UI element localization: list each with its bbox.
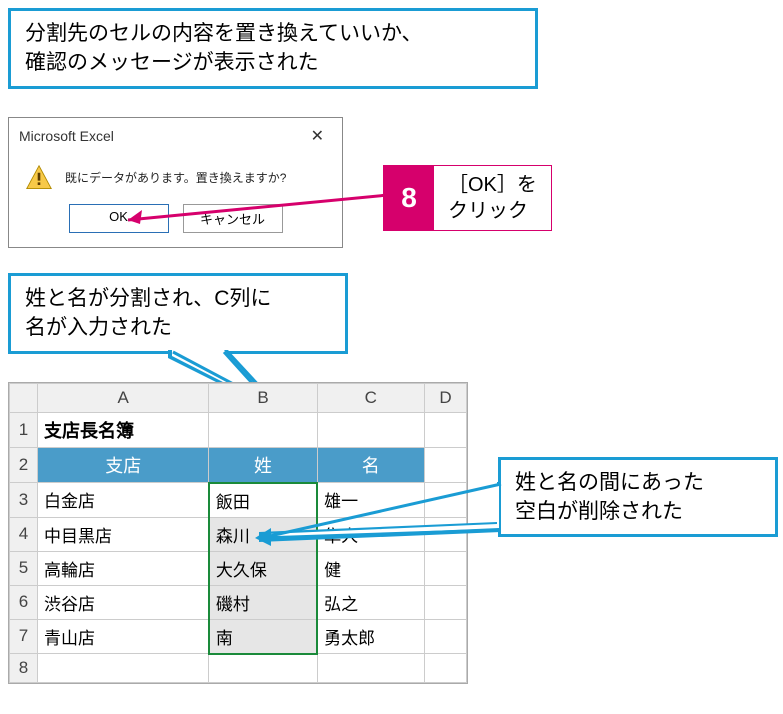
close-icon[interactable]: ✕ bbox=[303, 124, 332, 148]
cell-b4[interactable]: 森川 bbox=[209, 517, 317, 551]
cell-c4[interactable]: 隼人 bbox=[317, 517, 424, 551]
cell-a1[interactable]: 支店長名簿 bbox=[38, 412, 209, 447]
cell-c5[interactable]: 健 bbox=[317, 551, 424, 585]
cell-c2[interactable]: 名 bbox=[317, 447, 424, 483]
callout-mid: 姓と名が分割され、C列に 名が入力された bbox=[8, 273, 348, 354]
col-header-b[interactable]: B bbox=[209, 383, 317, 412]
cell-a8[interactable] bbox=[38, 654, 209, 683]
cell-c6[interactable]: 弘之 bbox=[317, 585, 424, 619]
callout-right: 姓と名の間にあった 空白が削除された bbox=[498, 457, 778, 538]
cell-b6[interactable]: 磯村 bbox=[209, 585, 317, 619]
cell-c7[interactable]: 勇太郎 bbox=[317, 619, 424, 654]
cell-a3[interactable]: 白金店 bbox=[38, 483, 209, 518]
cancel-button[interactable]: キャンセル bbox=[183, 204, 283, 233]
cell-a7[interactable]: 青山店 bbox=[38, 619, 209, 654]
callout-mid-text: 姓と名が分割され、C列に 名が入力された bbox=[25, 287, 271, 339]
cell-b3[interactable]: 飯田 bbox=[209, 483, 317, 518]
dialog-message: 既にデータがあります。置き換えますか? bbox=[65, 169, 286, 186]
cell-c1[interactable] bbox=[317, 412, 424, 447]
row-header-3[interactable]: 3 bbox=[10, 483, 38, 518]
cell-a6[interactable]: 渋谷店 bbox=[38, 585, 209, 619]
step-number: 8 bbox=[384, 166, 434, 230]
dialog-titlebar: Microsoft Excel ✕ bbox=[9, 118, 342, 154]
row-header-5[interactable]: 5 bbox=[10, 551, 38, 585]
spreadsheet[interactable]: A B C D 1 支店長名簿 2 支店 姓 名 3 白金店 飯田 雄一 4 bbox=[8, 382, 468, 685]
step-text: ［OK］を クリック bbox=[434, 166, 551, 230]
row-header-6[interactable]: 6 bbox=[10, 585, 38, 619]
row-header-4[interactable]: 4 bbox=[10, 517, 38, 551]
cell-c3[interactable]: 雄一 bbox=[317, 483, 424, 518]
cell-d3[interactable] bbox=[424, 483, 466, 518]
cell-b7[interactable]: 南 bbox=[209, 619, 317, 654]
callout-right-text: 姓と名の間にあった 空白が削除された bbox=[515, 471, 704, 523]
cell-c8[interactable] bbox=[317, 654, 424, 683]
row-header-2[interactable]: 2 bbox=[10, 447, 38, 483]
cell-d4[interactable] bbox=[424, 517, 466, 551]
cell-b8[interactable] bbox=[209, 654, 317, 683]
select-all-corner[interactable] bbox=[10, 383, 38, 412]
cell-d7[interactable] bbox=[424, 619, 466, 654]
cell-a5[interactable]: 高輪店 bbox=[38, 551, 209, 585]
dialog-title: Microsoft Excel bbox=[19, 128, 114, 144]
row-header-1[interactable]: 1 bbox=[10, 412, 38, 447]
col-header-c[interactable]: C bbox=[317, 383, 424, 412]
excel-dialog: Microsoft Excel ✕ 既にデータがあります。置き換えますか? OK… bbox=[8, 117, 343, 248]
cell-d6[interactable] bbox=[424, 585, 466, 619]
row-header-8[interactable]: 8 bbox=[10, 654, 38, 683]
ok-button[interactable]: OK bbox=[69, 204, 169, 233]
warning-icon bbox=[25, 164, 53, 192]
cell-b1[interactable] bbox=[209, 412, 317, 447]
cell-a4[interactable]: 中目黒店 bbox=[38, 517, 209, 551]
callout-top-text: 分割先のセルの内容を置き換えていいか、 確認のメッセージが表示された bbox=[25, 22, 423, 74]
row-header-7[interactable]: 7 bbox=[10, 619, 38, 654]
cell-b2[interactable]: 姓 bbox=[209, 447, 317, 483]
callout-top: 分割先のセルの内容を置き換えていいか、 確認のメッセージが表示された bbox=[8, 8, 538, 89]
cell-d2[interactable] bbox=[424, 447, 466, 483]
cell-b5[interactable]: 大久保 bbox=[209, 551, 317, 585]
cell-a2[interactable]: 支店 bbox=[38, 447, 209, 483]
cell-d5[interactable] bbox=[424, 551, 466, 585]
cell-d1[interactable] bbox=[424, 412, 466, 447]
step-8: 8 ［OK］を クリック bbox=[383, 165, 552, 231]
col-header-d[interactable]: D bbox=[424, 383, 466, 412]
cell-d8[interactable] bbox=[424, 654, 466, 683]
col-header-a[interactable]: A bbox=[38, 383, 209, 412]
